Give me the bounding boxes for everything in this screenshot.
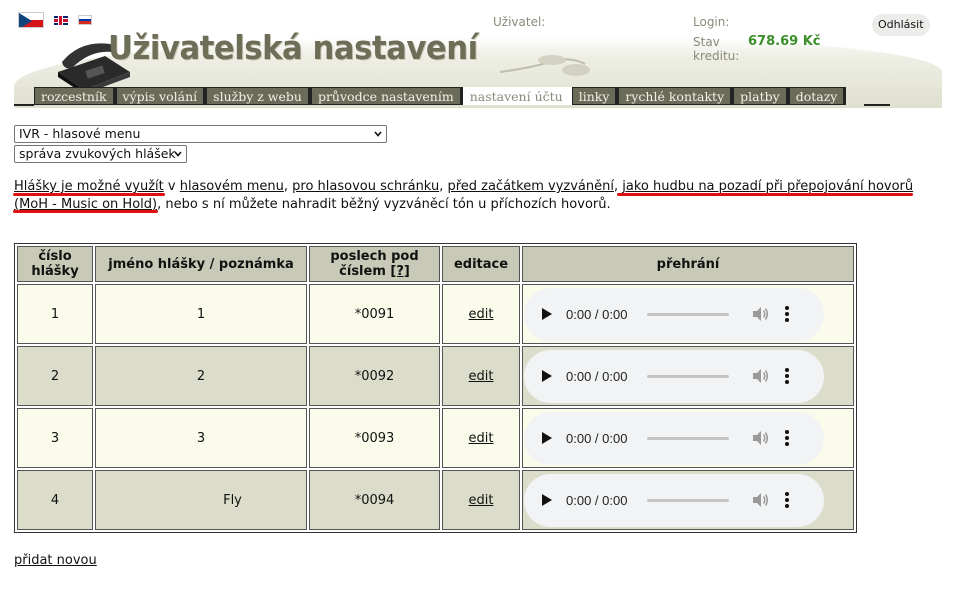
- nav-item[interactable]: linky: [571, 87, 619, 105]
- sound-select-value: správa zvukových hlášek: [19, 146, 176, 161]
- russian-flag-icon[interactable]: [78, 15, 92, 25]
- more-options-icon[interactable]: [785, 430, 790, 446]
- volume-icon[interactable]: [751, 368, 769, 384]
- more-options-icon[interactable]: [785, 492, 790, 508]
- header: Uživatelská nastavení Uživatel: Login: S…: [0, 0, 955, 110]
- ivr-select-value: IVR - hlasové menu: [19, 126, 141, 141]
- play-icon[interactable]: [542, 494, 552, 506]
- nav-item[interactable]: rychlé kontakty: [618, 87, 734, 105]
- nav-item[interactable]: platby: [733, 87, 789, 105]
- edit-link[interactable]: edit: [469, 369, 494, 384]
- sound-name: 2: [95, 346, 307, 406]
- user-label: Uživatel:: [493, 15, 546, 29]
- voice-menu-link[interactable]: hlasovém menu: [180, 179, 284, 194]
- column-header-name: jméno hlášky / poznámka: [95, 246, 307, 282]
- player-cell: 0:00 / 0:00: [522, 284, 854, 344]
- player-cell: 0:00 / 0:00: [522, 408, 854, 468]
- nav-item[interactable]: služby z webu: [206, 87, 311, 105]
- sound-number: 1: [17, 284, 93, 344]
- help-link[interactable]: [?]: [390, 264, 409, 279]
- table-row: 1 1 *0091 edit 0:00 / 0:00: [17, 284, 854, 344]
- voicemail-link[interactable]: pro hlasovou schránku: [292, 179, 439, 194]
- column-header-listen: poslech pod číslem [?]: [309, 246, 440, 282]
- playback-time: 0:00 / 0:00: [566, 492, 628, 508]
- audio-player[interactable]: 0:00 / 0:00: [524, 411, 824, 465]
- table-row: 3 3 *0093 edit 0:00 / 0:00: [17, 408, 854, 468]
- edit-cell: edit: [442, 346, 520, 406]
- progress-slider[interactable]: [647, 374, 730, 378]
- volume-icon[interactable]: [751, 430, 769, 446]
- add-new-link[interactable]: přidat novou: [14, 553, 97, 568]
- chevron-down-icon: [374, 131, 382, 137]
- highlight-underline: [13, 210, 158, 213]
- listen-code: *0093: [309, 408, 440, 468]
- sound-management-select[interactable]: správa zvukových hlášek: [14, 145, 187, 163]
- playback-time: 0:00 / 0:00: [566, 430, 628, 446]
- player-cell: 0:00 / 0:00: [522, 470, 854, 530]
- volume-icon[interactable]: [751, 492, 769, 508]
- edit-link[interactable]: edit: [469, 307, 494, 322]
- nav-item[interactable]: průvodce nastavením: [310, 87, 463, 105]
- progress-slider[interactable]: [647, 498, 730, 502]
- listen-code: *0092: [309, 346, 440, 406]
- ivr-select[interactable]: IVR - hlasové menu: [14, 125, 387, 143]
- edit-cell: edit: [442, 284, 520, 344]
- logout-button[interactable]: Odhlásit: [872, 14, 930, 36]
- sound-number: 2: [17, 346, 93, 406]
- audio-player[interactable]: 0:00 / 0:00: [524, 349, 824, 403]
- playback-time: 0:00 / 0:00: [566, 306, 628, 322]
- usage-link[interactable]: Hlášky je možné využít: [14, 179, 164, 194]
- highlight-underline: [13, 193, 165, 196]
- progress-slider[interactable]: [647, 436, 730, 440]
- nav-item[interactable]: rozcestník: [34, 87, 116, 105]
- page-title: Uživatelská nastavení: [108, 28, 478, 67]
- listen-code: *0091: [309, 284, 440, 344]
- english-flag-icon[interactable]: [54, 15, 68, 25]
- play-icon[interactable]: [542, 432, 552, 444]
- more-options-icon[interactable]: [785, 306, 790, 322]
- main-navigation: rozcestník výpis volání služby z webu průvo…: [34, 87, 847, 105]
- sound-name: 1: [95, 284, 307, 344]
- nav-item[interactable]: nastavení účtu: [462, 87, 572, 105]
- music-on-hold-link[interactable]: jako hudbu na pozadí při přepojování hov…: [622, 179, 913, 194]
- nav-edge: [864, 104, 890, 106]
- column-header-play: přehrání: [522, 246, 854, 282]
- phone-cord-icon: [500, 55, 590, 76]
- edit-cell: edit: [442, 408, 520, 468]
- progress-slider[interactable]: [647, 312, 730, 316]
- language-switcher: [18, 12, 92, 28]
- sound-number: 3: [17, 408, 93, 468]
- audio-player[interactable]: 0:00 / 0:00: [524, 473, 824, 527]
- volume-icon[interactable]: [751, 306, 769, 322]
- czech-flag-icon[interactable]: [18, 12, 44, 28]
- credit-value: 678.69 Kč: [748, 34, 821, 49]
- sound-name: Fly: [95, 470, 307, 530]
- highlight-underline: [617, 193, 913, 196]
- column-header-number: číslo hlášky: [17, 246, 93, 282]
- audio-player[interactable]: 0:00 / 0:00: [524, 287, 824, 341]
- listen-code: *0094: [309, 470, 440, 530]
- credit-label: Stav kreditu:: [693, 35, 740, 63]
- before-ringing-link[interactable]: před začátkem vyzvánění: [447, 179, 614, 194]
- sound-number: 4: [17, 470, 93, 530]
- sounds-table: číslo hlášky jméno hlášky / poznámka pos…: [14, 243, 857, 533]
- nav-edge: [14, 104, 34, 106]
- edit-link[interactable]: edit: [469, 431, 494, 446]
- nav-item[interactable]: výpis volání: [115, 87, 207, 105]
- play-icon[interactable]: [542, 370, 552, 382]
- table-row: 4 Fly *0094 edit 0:00 / 0:00: [17, 470, 854, 530]
- play-icon[interactable]: [542, 308, 552, 320]
- chevron-down-icon: [174, 151, 182, 157]
- more-options-icon[interactable]: [785, 368, 790, 384]
- column-header-edit: editace: [442, 246, 520, 282]
- edit-cell: edit: [442, 470, 520, 530]
- player-cell: 0:00 / 0:00: [522, 346, 854, 406]
- login-label: Login:: [693, 15, 730, 29]
- nav-item[interactable]: dotazy: [788, 87, 847, 105]
- edit-link[interactable]: edit: [469, 493, 494, 508]
- info-text: Hlášky je možné využít v hlasovém menu, …: [14, 179, 914, 212]
- table-row: 2 2 *0092 edit 0:00 / 0:00: [17, 346, 854, 406]
- sound-name: 3: [95, 408, 307, 468]
- playback-time: 0:00 / 0:00: [566, 368, 628, 384]
